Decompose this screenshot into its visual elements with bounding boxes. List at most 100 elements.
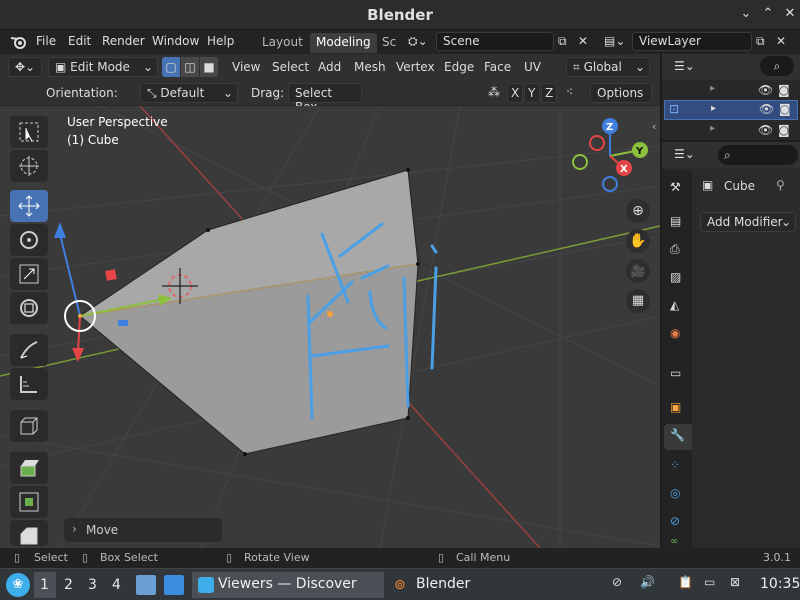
menu-select[interactable]: Select bbox=[272, 60, 309, 74]
output-tab-icon[interactable]: ⎙ bbox=[670, 242, 680, 257]
annotate-tool[interactable] bbox=[10, 334, 48, 366]
modifier-tab-icon[interactable]: 🔧 bbox=[664, 424, 692, 450]
menu-uv[interactable]: UV bbox=[524, 60, 541, 74]
menu-mesh[interactable]: Mesh bbox=[354, 60, 386, 74]
outliner-row[interactable]: ▸ 👁 ◙ bbox=[662, 122, 800, 140]
menu-help[interactable]: Help bbox=[207, 34, 234, 48]
desktop-1[interactable]: 1 bbox=[40, 577, 49, 593]
folder-icon[interactable] bbox=[164, 575, 184, 595]
zoom-icon[interactable]: ⊕ bbox=[626, 199, 650, 223]
task-discover[interactable]: Viewers — Discover bbox=[192, 572, 384, 598]
transform-tool[interactable] bbox=[10, 292, 48, 324]
mirror-x-button[interactable]: X bbox=[507, 83, 523, 103]
search-icon[interactable]: ⌕ bbox=[718, 145, 798, 165]
menu-add[interactable]: Add bbox=[318, 60, 341, 74]
cursor-tool[interactable] bbox=[10, 150, 48, 182]
mirror-icon[interactable]: ⁂ bbox=[488, 85, 500, 99]
display-icon[interactable]: ▭ bbox=[704, 575, 724, 595]
physics-tab-icon[interactable]: ◎ bbox=[670, 486, 680, 500]
scale-tool[interactable] bbox=[10, 258, 48, 290]
mode-dropdown[interactable]: ▣ Edit Mode ⌄ bbox=[48, 57, 158, 77]
pin-icon[interactable]: ⚲ bbox=[776, 178, 785, 192]
expand-icon[interactable]: ▸ bbox=[710, 123, 715, 134]
volume-icon[interactable]: 🔊 bbox=[640, 575, 660, 595]
new-view-layer-icon[interactable]: ⧉ bbox=[756, 34, 765, 49]
menu-face[interactable]: Face bbox=[484, 60, 511, 74]
scene-icon[interactable]: ⛭⌄ bbox=[408, 34, 428, 49]
world-tab-icon[interactable]: ◉ bbox=[670, 326, 680, 340]
mirror-y-button[interactable]: Y bbox=[524, 83, 540, 103]
expand-icon[interactable]: ▸ bbox=[711, 103, 716, 114]
extrude-tool[interactable] bbox=[10, 452, 48, 484]
tab-layout[interactable]: Layout bbox=[256, 33, 309, 53]
menu-window[interactable]: Window bbox=[152, 34, 199, 48]
clipboard-icon[interactable]: 📋 bbox=[678, 575, 698, 595]
add-cube-tool[interactable] bbox=[10, 410, 48, 442]
menu-vertex[interactable]: Vertex bbox=[396, 60, 435, 74]
render-tab-icon[interactable]: ▤ bbox=[670, 214, 681, 228]
particles-tab-icon[interactable]: ⁘ bbox=[670, 458, 680, 472]
viewport-scene[interactable]: Z Y X bbox=[0, 106, 660, 548]
select-box-tool[interactable] bbox=[10, 116, 48, 148]
bevel-tool[interactable] bbox=[10, 520, 48, 546]
desktop-2[interactable]: 2 bbox=[64, 577, 73, 593]
eye-icon[interactable]: 👁 bbox=[758, 123, 773, 137]
media-player-icon[interactable]: ⊘ bbox=[612, 575, 632, 595]
mirror-z-button[interactable]: Z bbox=[541, 83, 557, 103]
clock[interactable]: 10:35 bbox=[760, 576, 800, 592]
tool-tab-icon[interactable]: ⚒ bbox=[670, 180, 681, 194]
options-dropdown[interactable]: Options bbox=[590, 83, 652, 103]
editor-type-dropdown[interactable]: ✥⌄ bbox=[8, 57, 42, 77]
outliner-editor-icon[interactable]: ☰⌄ bbox=[674, 59, 695, 73]
view-layer-icon[interactable]: ▤⌄ bbox=[604, 34, 625, 48]
tab-modeling[interactable]: Modeling bbox=[310, 33, 377, 53]
camera-view-icon[interactable]: 🎥 bbox=[626, 259, 650, 283]
perspective-grid-icon[interactable]: ▦ bbox=[626, 289, 650, 313]
blender-logo-icon[interactable] bbox=[10, 35, 28, 49]
collection-tab-icon[interactable]: ▭ bbox=[670, 366, 681, 380]
add-modifier-dropdown[interactable]: Add Modifier ⌄ bbox=[700, 212, 796, 232]
outliner-row-selected[interactable]: ⊡ ▸ 👁 ◙ bbox=[664, 100, 798, 120]
view-layer-field[interactable]: ViewLayer bbox=[632, 32, 752, 51]
vertex-select-icon[interactable]: ▢ bbox=[162, 57, 180, 77]
delete-view-layer-icon[interactable]: ✕ bbox=[776, 34, 786, 48]
tab-scripting[interactable]: Sc bbox=[376, 33, 402, 53]
inset-tool[interactable] bbox=[10, 486, 48, 518]
edge-select-icon[interactable]: ◫ bbox=[181, 57, 199, 77]
last-operator-panel[interactable]: › Move bbox=[64, 518, 222, 542]
minimize-icon[interactable]: ⌄ bbox=[738, 6, 754, 22]
camera-render-icon[interactable]: ◙ bbox=[778, 83, 790, 97]
desktop-4[interactable]: 4 bbox=[112, 577, 121, 593]
camera-render-icon[interactable]: ◙ bbox=[778, 123, 790, 137]
menu-view[interactable]: View bbox=[232, 60, 260, 74]
transform-orientation-dropdown[interactable]: ⌗ Global ⌄ bbox=[566, 57, 650, 77]
orientation-dropdown[interactable]: ⤡ Default ⌄ bbox=[140, 83, 238, 103]
rotate-tool[interactable] bbox=[10, 224, 48, 256]
menu-edit[interactable]: Edit bbox=[68, 34, 91, 48]
menu-file[interactable]: File bbox=[36, 34, 56, 48]
sidebar-toggle-icon[interactable]: ‹ bbox=[652, 120, 656, 133]
move-tool[interactable] bbox=[10, 190, 48, 222]
menu-edge[interactable]: Edge bbox=[444, 60, 474, 74]
constraints-tab-icon[interactable]: ⊘ bbox=[670, 514, 680, 528]
expand-icon[interactable]: ▸ bbox=[710, 83, 715, 94]
file-manager-icon[interactable] bbox=[136, 575, 156, 595]
close-icon[interactable]: ✕ bbox=[782, 6, 798, 22]
measure-tool[interactable] bbox=[10, 368, 48, 400]
eye-icon[interactable]: 👁 bbox=[758, 83, 773, 97]
auto-merge-icon[interactable]: ⁖ bbox=[566, 85, 573, 99]
search-icon[interactable]: ⌕ bbox=[760, 56, 794, 76]
new-scene-icon[interactable]: ⧉ bbox=[558, 34, 567, 49]
network-icon[interactable]: ⊠ bbox=[730, 575, 750, 595]
pan-hand-icon[interactable]: ✋ bbox=[626, 229, 650, 253]
outliner-row[interactable]: ▸ 👁 ◙ bbox=[662, 82, 800, 100]
data-tab-icon[interactable]: ∞ bbox=[670, 536, 678, 547]
scene-field[interactable]: Scene bbox=[436, 32, 554, 51]
scene-tab-icon[interactable]: ◭ bbox=[670, 298, 679, 312]
object-tab-icon[interactable]: ▣ bbox=[670, 400, 681, 414]
delete-scene-icon[interactable]: ✕ bbox=[578, 34, 588, 48]
eye-icon[interactable]: 👁 bbox=[759, 102, 774, 116]
task-blender[interactable]: ⊚ Blender bbox=[390, 572, 580, 598]
desktop-3[interactable]: 3 bbox=[88, 577, 97, 593]
drag-dropdown[interactable]: Select Box bbox=[288, 83, 362, 114]
